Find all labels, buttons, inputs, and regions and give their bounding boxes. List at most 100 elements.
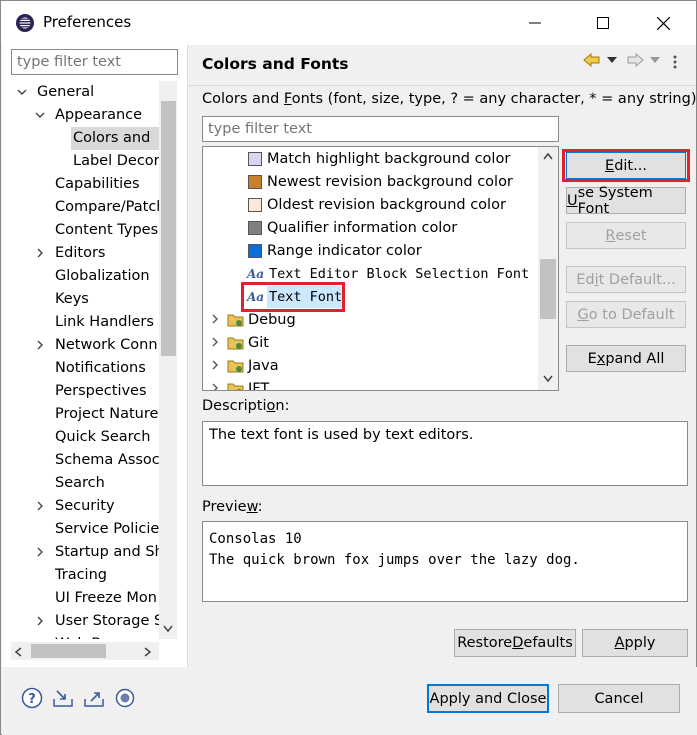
scroll-down-arrow-icon[interactable] bbox=[162, 624, 174, 634]
description-text: The text font is used by text editors. bbox=[202, 421, 688, 486]
close-icon bbox=[656, 16, 670, 30]
color-swatch bbox=[248, 152, 262, 166]
tree-horizontal-scroll-thumb[interactable] bbox=[31, 644, 106, 658]
collapsed-chevron-icon[interactable] bbox=[210, 332, 220, 354]
category-item[interactable]: Java bbox=[203, 355, 539, 378]
expand-all-button[interactable]: Ex pand All bbox=[566, 345, 686, 372]
tree-item[interactable]: Perspectives bbox=[53, 380, 149, 403]
tree-item[interactable]: Compare/Patch bbox=[53, 196, 159, 219]
collapsed-chevron-icon[interactable] bbox=[33, 242, 47, 264]
scroll-right-arrow-icon[interactable] bbox=[142, 646, 152, 658]
color-item[interactable]: Newest revision background color bbox=[203, 171, 539, 194]
window-title: Preferences bbox=[43, 13, 132, 31]
folder-icon bbox=[227, 335, 244, 357]
help-icon[interactable]: ? bbox=[21, 687, 43, 709]
edit-default-button[interactable]: Ed i t Default... bbox=[566, 266, 686, 293]
category-item-label: Debug bbox=[248, 312, 296, 328]
color-item[interactable]: Oldest revision background color bbox=[203, 194, 539, 217]
color-swatch bbox=[248, 175, 262, 189]
close-button[interactable] bbox=[641, 7, 685, 39]
category-item-label: JFT bbox=[248, 381, 270, 391]
tree-item[interactable]: Appearance bbox=[53, 104, 144, 127]
cancel-button[interactable]: Cancel bbox=[558, 684, 680, 713]
import-icon[interactable] bbox=[52, 687, 74, 709]
expanded-chevron-icon[interactable] bbox=[15, 81, 29, 103]
color-item[interactable]: Range indicator color bbox=[203, 240, 539, 263]
record-icon[interactable] bbox=[114, 687, 136, 709]
color-swatch bbox=[248, 244, 262, 258]
tree-item[interactable]: Service Policies bbox=[53, 518, 159, 541]
folder-icon bbox=[227, 312, 244, 334]
tree-item[interactable]: Capabilities bbox=[53, 173, 142, 196]
tree-item[interactable]: General bbox=[35, 81, 96, 104]
preference-tree: General Appearance Colors and Label Decor Ca… bbox=[11, 81, 159, 639]
tree-item[interactable]: Editors bbox=[53, 242, 107, 265]
collapsed-chevron-icon[interactable] bbox=[33, 541, 47, 563]
maximize-icon bbox=[597, 17, 609, 29]
text-font-highlight bbox=[241, 282, 345, 312]
tree-item[interactable]: Security bbox=[53, 495, 117, 518]
collapsed-chevron-icon[interactable] bbox=[33, 334, 47, 356]
color-item[interactable]: Match highlight background color bbox=[203, 148, 539, 171]
category-item[interactable]: Git bbox=[203, 332, 539, 355]
tree-item[interactable]: Label Decor bbox=[71, 150, 159, 173]
tree-item[interactable]: User Storage S bbox=[53, 610, 159, 633]
back-history-dropdown-icon[interactable] bbox=[607, 57, 617, 65]
minimize-button[interactable] bbox=[513, 7, 557, 39]
edit-button[interactable]: Edit... bbox=[566, 152, 686, 179]
tree-item[interactable]: Colors and bbox=[71, 127, 159, 150]
tree-item[interactable]: Notifications bbox=[53, 357, 148, 380]
tree-item[interactable]: Link Handlers bbox=[53, 311, 156, 334]
tree-item[interactable]: Tracing bbox=[53, 564, 109, 587]
preview-font-name: Consolas 10 bbox=[209, 531, 302, 547]
collapsed-chevron-icon[interactable] bbox=[33, 610, 47, 632]
restore-defaults-button[interactable]: Restore Defaults bbox=[454, 629, 576, 657]
collapsed-chevron-icon[interactable] bbox=[210, 355, 220, 377]
folder-icon bbox=[227, 358, 244, 380]
apply-and-close-button[interactable]: Apply and Close bbox=[427, 684, 549, 713]
preview-sample-text: The quick brown fox jumps over the lazy … bbox=[209, 552, 580, 568]
category-item[interactable]: JFT bbox=[203, 378, 539, 391]
eclipse-logo-icon bbox=[16, 14, 34, 32]
collapsed-chevron-icon[interactable] bbox=[210, 309, 220, 331]
scroll-left-arrow-icon[interactable] bbox=[14, 646, 24, 658]
tree-vertical-scroll-thumb[interactable] bbox=[161, 101, 176, 356]
use-system-font-button[interactable]: Use System Font bbox=[566, 185, 686, 217]
collapsed-chevron-icon[interactable] bbox=[210, 378, 220, 390]
export-icon[interactable] bbox=[83, 687, 105, 709]
tree-item[interactable]: Startup and Sh bbox=[53, 541, 159, 564]
tree-item[interactable]: Content Types bbox=[53, 219, 159, 242]
category-item[interactable]: Debug bbox=[203, 309, 539, 332]
reset-button[interactable]: Reset bbox=[566, 222, 686, 249]
tree-item[interactable]: Quick Search bbox=[53, 426, 152, 449]
apply-button[interactable]: Apply bbox=[582, 629, 688, 657]
color-item-label: Oldest revision background color bbox=[267, 197, 506, 213]
preview-area: Consolas 10 The quick brown fox jumps ov… bbox=[202, 521, 688, 602]
scroll-up-arrow-icon[interactable] bbox=[542, 152, 554, 162]
colors-fonts-filter-input[interactable] bbox=[202, 116, 559, 142]
go-to-default-button[interactable]: Go to Default bbox=[566, 301, 686, 328]
color-item[interactable]: Qualifier information color bbox=[203, 217, 539, 240]
folder-icon bbox=[227, 381, 244, 390]
tree-item[interactable]: Search bbox=[53, 472, 107, 495]
tree-item[interactable]: Project Natures bbox=[53, 403, 159, 426]
tree-item[interactable]: Network Conn bbox=[53, 334, 159, 357]
view-menu-icon[interactable] bbox=[672, 54, 678, 70]
expanded-chevron-icon[interactable] bbox=[33, 104, 47, 126]
tree-filter-input[interactable] bbox=[11, 49, 178, 75]
description-label: Description: bbox=[202, 398, 290, 414]
tree-item[interactable]: Web Browser bbox=[53, 633, 152, 639]
maximize-button[interactable] bbox=[581, 7, 625, 39]
preferences-window: Preferences GeneralAppearanceColors andL… bbox=[0, 0, 697, 735]
tree-item[interactable]: Keys bbox=[53, 288, 91, 311]
forward-arrow-icon bbox=[627, 53, 644, 67]
page-title: Colors and Fonts bbox=[202, 55, 349, 73]
category-item-label: Git bbox=[248, 335, 269, 351]
tree-item[interactable]: Globalization bbox=[53, 265, 152, 288]
collapsed-chevron-icon[interactable] bbox=[33, 495, 47, 517]
tree-item[interactable]: UI Freeze Mon bbox=[53, 587, 159, 610]
tree-item[interactable]: Schema Associ bbox=[53, 449, 159, 472]
back-arrow-icon[interactable] bbox=[583, 53, 601, 67]
scroll-down-arrow-icon[interactable] bbox=[542, 374, 554, 384]
list-vertical-scroll-thumb[interactable] bbox=[540, 259, 556, 319]
